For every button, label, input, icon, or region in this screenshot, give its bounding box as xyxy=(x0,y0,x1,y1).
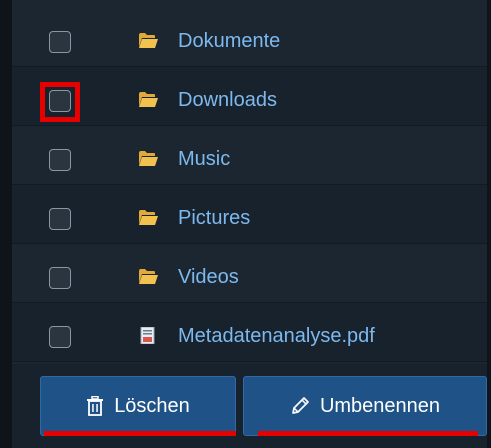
file-row: Metadatenanalyse.pdf xyxy=(12,303,487,362)
file-name-link[interactable]: Music xyxy=(178,147,230,171)
annotation-underline-rename xyxy=(258,431,478,436)
delete-button-label: Löschen xyxy=(114,394,190,417)
pencil-icon xyxy=(292,397,309,414)
trash-icon xyxy=(87,396,104,416)
select-checkbox[interactable] xyxy=(49,326,71,348)
file-row: Videos xyxy=(12,244,487,303)
file-name-link[interactable]: Metadatenanalyse.pdf xyxy=(178,324,375,348)
folder-icon xyxy=(139,92,158,107)
select-checkbox[interactable] xyxy=(49,208,71,230)
panel-right-edge xyxy=(487,0,491,448)
file-row: Pictures xyxy=(12,185,487,244)
pdf-file-icon xyxy=(140,327,155,344)
folder-icon xyxy=(139,210,158,225)
annotation-underline-delete xyxy=(44,431,236,436)
delete-button[interactable]: Löschen xyxy=(40,376,236,436)
file-name-link[interactable]: Dokumente xyxy=(178,29,280,53)
file-row: Music xyxy=(12,126,487,185)
file-name-link[interactable]: Videos xyxy=(178,265,239,289)
select-checkbox[interactable] xyxy=(49,149,71,171)
folder-icon xyxy=(139,151,158,166)
file-row: Downloads xyxy=(12,67,487,126)
folder-icon xyxy=(139,269,158,284)
rename-button[interactable]: Umbenennen xyxy=(243,376,487,436)
file-manager-panel: Dokumente Downloads Music Pictures Video… xyxy=(0,0,491,448)
rename-button-label: Umbenennen xyxy=(319,394,441,417)
panel-left-edge xyxy=(0,0,12,448)
file-row: Dokumente xyxy=(12,8,487,67)
file-name-link[interactable]: Pictures xyxy=(178,206,250,230)
file-list: Dokumente Downloads Music Pictures Video… xyxy=(12,8,487,362)
select-checkbox[interactable] xyxy=(49,31,71,53)
highlight-box xyxy=(40,82,80,122)
select-checkbox[interactable] xyxy=(49,267,71,289)
folder-icon xyxy=(139,33,158,48)
file-name-link[interactable]: Downloads xyxy=(178,88,277,112)
